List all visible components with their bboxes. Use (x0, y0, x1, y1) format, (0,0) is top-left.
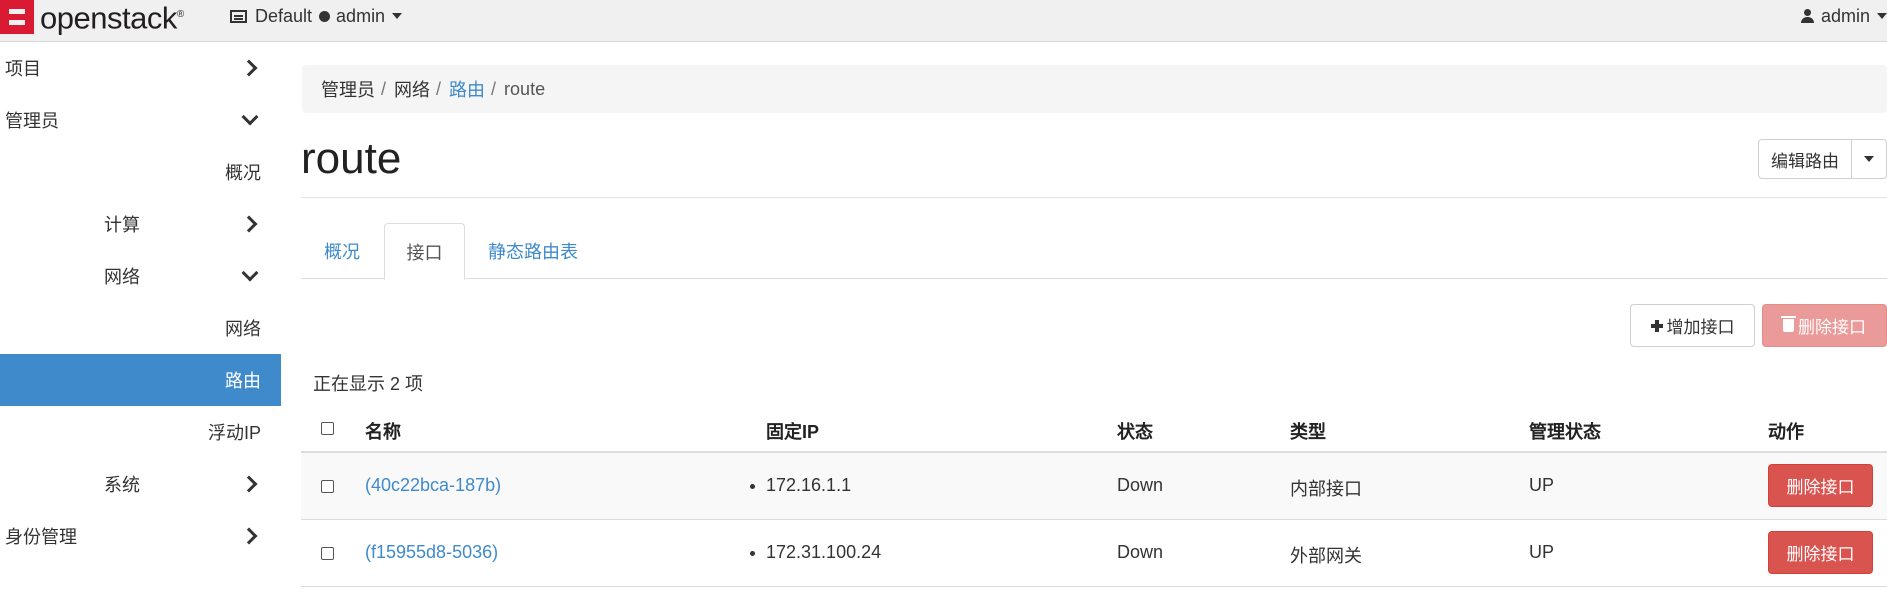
add-interface-label: 增加接口 (1666, 318, 1735, 337)
row-checkbox[interactable] (321, 480, 334, 493)
breadcrumb-separator: / (436, 78, 442, 99)
project-name: admin (336, 5, 386, 26)
sidebar-item-label: 计算 (104, 215, 140, 235)
tab-overview[interactable]: 概况 (301, 223, 383, 279)
column-header-admin-state[interactable]: 管理状态 (1529, 418, 1601, 444)
sidebar-item-floating-ips[interactable]: 浮动IP (0, 406, 281, 458)
top-navbar: openstack® Default admin admin (0, 0, 1887, 42)
sidebar-item-overview[interactable]: 概况 (0, 146, 281, 198)
edit-router-dropdown-toggle[interactable] (1851, 139, 1887, 179)
fixed-ip: 172.31.100.24 (766, 542, 882, 562)
sidebar-item-label: 管理员 (5, 111, 59, 131)
admin-state: UP (1529, 542, 1555, 562)
trash-icon (1781, 316, 1796, 332)
table-row: (40c22bca-187b) 172.16.1.1 Down 内部接口 UP … (301, 453, 1887, 520)
column-header-name[interactable]: 名称 (365, 418, 401, 444)
breadcrumb-item-current: route (504, 78, 546, 99)
breadcrumb: 管理员 / 网络 / 路由 / route (302, 65, 1887, 113)
chevron-right-icon (243, 478, 255, 490)
tab-interfaces[interactable]: 接口 (384, 223, 465, 280)
select-all-checkbox[interactable] (321, 422, 334, 435)
status: Down (1117, 542, 1164, 562)
sidebar-item-system[interactable]: 系统 (0, 458, 281, 510)
status: Down (1117, 475, 1164, 495)
user-icon (1800, 9, 1814, 23)
chevron-down-icon (243, 114, 255, 126)
sidebar-item-identity[interactable]: 身份管理 (0, 510, 281, 562)
column-header-type[interactable]: 类型 (1290, 418, 1326, 444)
user-name: admin (1820, 5, 1870, 26)
chevron-down-icon (243, 270, 255, 282)
circle-icon (319, 10, 331, 22)
sidebar-item-admin[interactable]: 管理员 (0, 94, 281, 146)
delete-interface-button[interactable]: 删除接口 (1768, 464, 1873, 507)
bullet-icon (750, 484, 755, 489)
item-count: 正在显示 2 项 (313, 374, 424, 394)
sidebar-item-label: 概况 (225, 163, 261, 183)
sidebar-item-project[interactable]: 项目 (0, 42, 281, 94)
table-header: 名称 固定IP 状态 类型 管理状态 动作 (301, 405, 1887, 453)
column-header-actions: 动作 (1768, 422, 1804, 442)
fixed-ip: 172.16.1.1 (766, 475, 852, 495)
openstack-logo-icon (0, 0, 34, 34)
interface-type: 外部网关 (1290, 546, 1362, 566)
edit-router-button[interactable]: 编辑路由 (1758, 139, 1852, 179)
sidebar: 项目 管理员 概况 计算 网络 网络 路由 浮动IP 系统 身份管理 (0, 42, 281, 598)
header-divider (301, 197, 1887, 198)
breadcrumb-separator: / (381, 78, 387, 99)
row-checkbox[interactable] (321, 547, 334, 560)
caret-down-icon (392, 13, 403, 19)
chevron-right-icon (243, 530, 255, 542)
sidebar-item-network-group[interactable]: 网络 (0, 250, 281, 302)
sidebar-item-label: 系统 (104, 475, 140, 495)
add-interface-button[interactable]: 增加接口 (1630, 304, 1755, 347)
page-title: route (301, 134, 402, 183)
breadcrumb-separator: / (491, 78, 497, 99)
sidebar-item-label: 身份管理 (5, 527, 77, 547)
interfaces-table: 名称 固定IP 状态 类型 管理状态 动作 (40c22bca-187b) 17… (301, 405, 1887, 587)
breadcrumb-item-admin: 管理员 (321, 80, 375, 100)
interface-type: 内部接口 (1290, 479, 1362, 499)
sidebar-item-label: 浮动IP (207, 423, 261, 443)
admin-state: UP (1529, 475, 1555, 495)
caret-down-icon (1877, 13, 1887, 19)
plus-icon (1650, 319, 1663, 332)
column-header-fixed-ip[interactable]: 固定IP (766, 418, 819, 444)
delete-interfaces-label: 删除接口 (1798, 318, 1866, 337)
sidebar-item-networks[interactable]: 网络 (0, 302, 281, 354)
interface-name-link[interactable]: (40c22bca-187b) (365, 475, 501, 496)
column-header-status[interactable]: 状态 (1117, 418, 1153, 444)
sidebar-item-label: 路由 (225, 371, 261, 391)
breadcrumb-item-routers[interactable]: 路由 (449, 76, 485, 102)
bullet-icon (750, 551, 755, 556)
sidebar-item-compute[interactable]: 计算 (0, 198, 281, 250)
tab-static-routes[interactable]: 静态路由表 (466, 223, 600, 279)
domain-name: Default (255, 5, 313, 26)
project-picker[interactable]: Default admin (230, 4, 403, 28)
table-row: (f15955d8-5036) 172.31.100.24 Down 外部网关 … (301, 520, 1887, 587)
chevron-right-icon (243, 218, 255, 230)
delete-interface-button[interactable]: 删除接口 (1768, 531, 1873, 574)
chevron-right-icon (243, 62, 255, 74)
interface-name-link[interactable]: (f15955d8-5036) (365, 542, 498, 563)
breadcrumb-item-network: 网络 (394, 80, 431, 100)
brand-name: openstack® (40, 0, 184, 36)
sidebar-item-label: 网络 (104, 267, 140, 287)
sidebar-item-label: 项目 (5, 59, 41, 79)
list-icon (230, 9, 247, 23)
openstack-logo[interactable]: openstack® (0, 0, 184, 34)
delete-interfaces-button[interactable]: 删除接口 (1762, 304, 1887, 347)
caret-down-icon (1864, 156, 1874, 162)
sidebar-item-label: 网络 (225, 319, 261, 339)
tab-bar: 概况 接口 静态路由表 (301, 223, 1887, 280)
user-menu[interactable]: admin (1800, 4, 1887, 28)
sidebar-item-routers[interactable]: 路由 (0, 354, 281, 406)
